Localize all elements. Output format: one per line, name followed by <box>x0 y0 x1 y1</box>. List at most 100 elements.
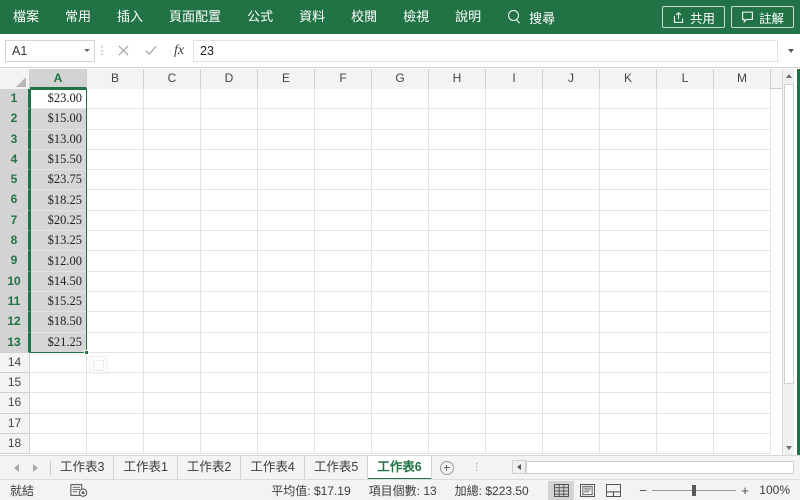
row-header-16[interactable]: 16 <box>0 393 30 414</box>
column-header-k[interactable]: K <box>600 69 657 89</box>
cell-I7[interactable] <box>486 210 543 232</box>
cell-E6[interactable] <box>258 190 315 211</box>
cell-J10[interactable] <box>543 271 600 292</box>
zoom-in-button[interactable]: + <box>736 483 754 498</box>
search-box[interactable]: 搜尋 <box>508 0 555 34</box>
cell-J1[interactable] <box>543 89 600 110</box>
cell-J2[interactable] <box>543 109 600 130</box>
cell-L7[interactable] <box>657 210 714 232</box>
cell-H8[interactable] <box>429 231 486 252</box>
cell-C8[interactable] <box>144 231 201 252</box>
cell-F10[interactable] <box>315 271 372 292</box>
cell-G14[interactable] <box>372 352 429 374</box>
cell-C12[interactable] <box>144 312 201 333</box>
cell-J3[interactable] <box>543 129 600 150</box>
cell-M13[interactable] <box>714 332 771 353</box>
cell-B7[interactable] <box>87 210 144 232</box>
cell-F12[interactable] <box>315 312 372 333</box>
row-header-7[interactable]: 7 <box>0 210 30 232</box>
cell-I13[interactable] <box>486 332 543 353</box>
column-header-d[interactable]: D <box>201 69 258 89</box>
scroll-left-button[interactable] <box>512 460 526 474</box>
cell-M11[interactable] <box>714 291 771 313</box>
cell-F3[interactable] <box>315 129 372 150</box>
cell-G16[interactable] <box>372 393 429 414</box>
cell-E3[interactable] <box>258 129 315 150</box>
cell-L12[interactable] <box>657 312 714 333</box>
cell-F13[interactable] <box>315 332 372 353</box>
normal-view-button[interactable] <box>548 480 574 500</box>
cell-D6[interactable] <box>201 190 258 211</box>
cell-H9[interactable] <box>429 251 486 272</box>
row-header-10[interactable]: 10 <box>0 271 30 292</box>
cell-F1[interactable] <box>315 89 372 110</box>
cell-H16[interactable] <box>429 393 486 414</box>
cell-I1[interactable] <box>486 89 543 110</box>
cell-F17[interactable] <box>315 413 372 435</box>
cell-E1[interactable] <box>258 89 315 110</box>
formula-bar-expand-button[interactable] <box>782 48 796 53</box>
menu-review[interactable]: 校閱 <box>338 0 390 34</box>
select-all-button[interactable] <box>0 69 30 89</box>
cell-J13[interactable] <box>543 332 600 353</box>
cell-I5[interactable] <box>486 170 543 191</box>
cell-J18[interactable] <box>543 434 600 455</box>
cell-C15[interactable] <box>144 373 201 394</box>
cell-J4[interactable] <box>543 149 600 171</box>
cell-J17[interactable] <box>543 413 600 435</box>
cell-J11[interactable] <box>543 291 600 313</box>
cell-C4[interactable] <box>144 149 201 171</box>
sheet-tab-1[interactable]: 工作表3 <box>51 455 115 480</box>
cell-D13[interactable] <box>201 332 258 353</box>
column-header-h[interactable]: H <box>429 69 486 89</box>
cell-J15[interactable] <box>543 373 600 394</box>
row-header-1[interactable]: 1 <box>0 89 30 110</box>
column-header-i[interactable]: I <box>486 69 543 89</box>
cell-K2[interactable] <box>600 109 657 130</box>
cell-H13[interactable] <box>429 332 486 353</box>
cell-G4[interactable] <box>372 149 429 171</box>
cell-M1[interactable] <box>714 89 771 110</box>
cell-B11[interactable] <box>87 291 144 313</box>
cell-E18[interactable] <box>258 434 315 455</box>
cancel-button[interactable] <box>109 40 137 62</box>
cell-E13[interactable] <box>258 332 315 353</box>
cell-A16[interactable] <box>30 393 87 414</box>
cell-L4[interactable] <box>657 149 714 171</box>
cell-I16[interactable] <box>486 393 543 414</box>
cell-H11[interactable] <box>429 291 486 313</box>
cell-B15[interactable] <box>87 373 144 394</box>
cell-M5[interactable] <box>714 170 771 191</box>
cell-A10[interactable]: $14.50 <box>30 271 87 292</box>
add-sheet-button[interactable] <box>432 456 462 480</box>
sheet-tab-5[interactable]: 工作表5 <box>305 455 369 480</box>
cell-C16[interactable] <box>144 393 201 414</box>
row-header-17[interactable]: 17 <box>0 413 30 435</box>
cell-B8[interactable] <box>87 231 144 252</box>
row-header-11[interactable]: 11 <box>0 291 30 313</box>
zoom-slider[interactable] <box>652 484 736 496</box>
cell-L3[interactable] <box>657 129 714 150</box>
name-box[interactable]: A1 <box>5 39 95 62</box>
cell-D9[interactable] <box>201 251 258 272</box>
cell-A5[interactable]: $23.75 <box>30 170 87 191</box>
cell-D15[interactable] <box>201 373 258 394</box>
cell-F14[interactable] <box>315 352 372 374</box>
cell-K14[interactable] <box>600 352 657 374</box>
cell-A9[interactable]: $12.00 <box>30 251 87 272</box>
cell-G2[interactable] <box>372 109 429 130</box>
cell-C18[interactable] <box>144 434 201 455</box>
cell-D2[interactable] <box>201 109 258 130</box>
cell-H10[interactable] <box>429 271 486 292</box>
cell-E8[interactable] <box>258 231 315 252</box>
cell-G18[interactable] <box>372 434 429 455</box>
cell-L13[interactable] <box>657 332 714 353</box>
cell-E11[interactable] <box>258 291 315 313</box>
zoom-value[interactable]: 100% <box>754 483 794 497</box>
cell-C10[interactable] <box>144 271 201 292</box>
cell-J12[interactable] <box>543 312 600 333</box>
cell-I9[interactable] <box>486 251 543 272</box>
cell-A8[interactable]: $13.25 <box>30 231 87 252</box>
cell-B1[interactable] <box>87 89 144 110</box>
cell-M10[interactable] <box>714 271 771 292</box>
